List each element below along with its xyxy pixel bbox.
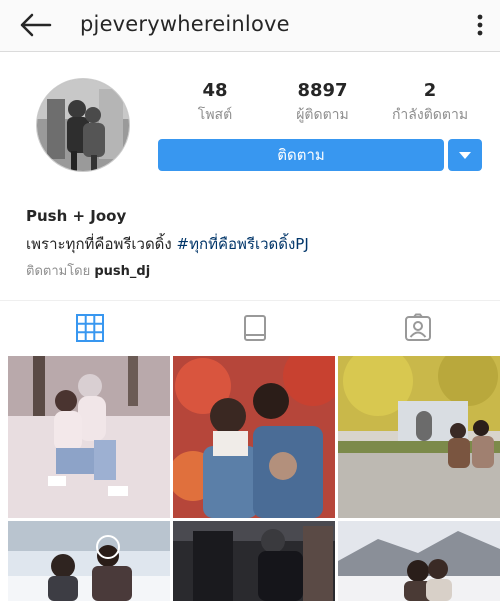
tab-feed[interactable] (240, 313, 270, 343)
following-count: 2 (423, 80, 437, 101)
feed-icon (244, 315, 266, 341)
top-bar: pjeverywhereinlove (0, 0, 500, 52)
photo-thumbnail[interactable] (8, 521, 170, 601)
grid-icon (76, 314, 104, 342)
photo-thumbnail[interactable] (173, 521, 335, 601)
photo-thumbnail[interactable] (338, 521, 500, 601)
followed-by: ติดตามโดย push_dj (26, 260, 150, 281)
photo-thumbnail[interactable] (8, 356, 170, 518)
profile-avatar[interactable] (36, 78, 130, 172)
arrow-left-icon[interactable] (18, 11, 54, 39)
posts-label: โพสต์ (197, 107, 233, 123)
kebab-menu-icon[interactable] (470, 12, 490, 38)
tab-tagged[interactable] (403, 313, 433, 343)
photo-thumbnail[interactable] (338, 356, 500, 518)
following-stat[interactable]: 2 กำลังติดตาม (385, 80, 475, 128)
followers-stat[interactable]: 8897 ผู้ติดตาม (280, 80, 365, 128)
tagged-icon (405, 313, 431, 341)
followed-by-label: ติดตามโดย (26, 264, 95, 279)
posts-count: 48 (202, 80, 228, 101)
followers-label: ผู้ติดตาม (296, 107, 349, 123)
follow-button[interactable]: ติดตาม (158, 139, 444, 171)
caret-down-icon (459, 152, 471, 159)
profile-username: pjeverywhereinlove (80, 12, 290, 36)
photo-thumbnail[interactable] (173, 356, 335, 518)
bio-text: เพราะทุกที่คือพรีเวดดิ้ง (26, 235, 177, 253)
bio-hashtag-link[interactable]: #ทุกที่คือพรีเวดดิ้งPJ (177, 235, 309, 253)
photo-grid (0, 356, 500, 601)
following-label: กำลังติดตาม (391, 107, 469, 123)
followed-by-user-link[interactable]: push_dj (94, 264, 150, 279)
profile-tabs (0, 300, 500, 355)
tab-grid[interactable] (75, 313, 105, 343)
followers-count: 8897 (297, 80, 348, 101)
suggestions-dropdown-button[interactable] (448, 139, 482, 171)
profile-bio: เพราะทุกที่คือพรีเวดดิ้ง #ทุกที่คือพรีเว… (26, 232, 309, 256)
profile-full-name: Push + Jooy (26, 207, 127, 225)
posts-stat[interactable]: 48 โพสต์ (185, 80, 245, 128)
